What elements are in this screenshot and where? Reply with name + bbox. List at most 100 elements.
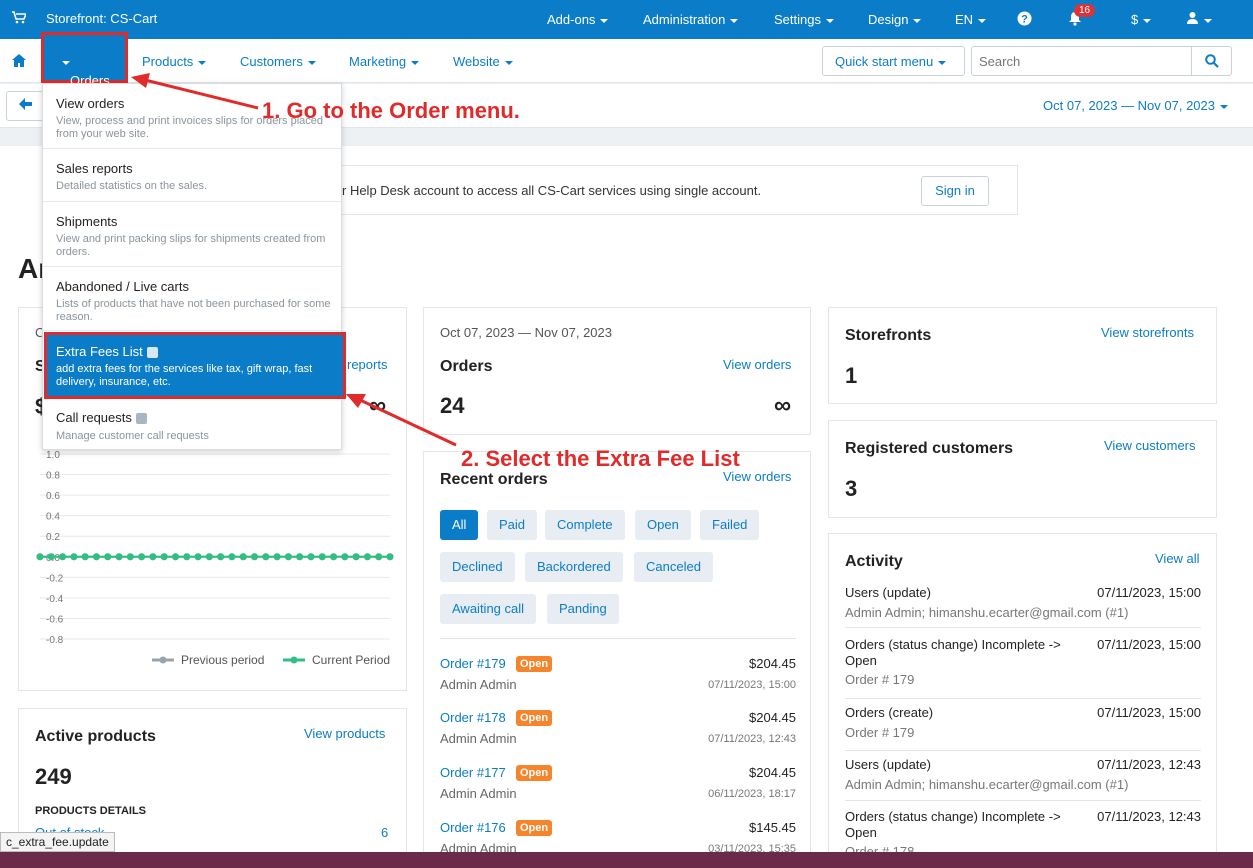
dropdown-item-title: Call requests — [56, 410, 147, 425]
currency-menu[interactable]: $ — [1131, 12, 1152, 27]
date-range-picker[interactable]: Oct 07, 2023 — Nov 07, 2023 — [1043, 98, 1228, 113]
dropdown-item-abandoned-carts[interactable]: Abandoned / Live carts Lists of products… — [43, 267, 341, 331]
series-point[interactable] — [138, 553, 146, 561]
order-row[interactable]: Order #179 Open $204.45 Admin Admin 07/1… — [440, 650, 796, 704]
out-of-stock-count[interactable]: 6 — [381, 825, 388, 840]
filter-panding[interactable]: Panding — [547, 594, 619, 624]
settings-menu[interactable]: Settings — [774, 12, 834, 27]
series-point[interactable] — [59, 553, 67, 561]
series-point[interactable] — [92, 553, 100, 561]
design-menu[interactable]: Design — [868, 12, 922, 27]
series-point[interactable] — [205, 553, 213, 561]
filter-complete[interactable]: Complete — [545, 510, 625, 540]
series-point[interactable] — [363, 553, 371, 561]
series-point[interactable] — [160, 553, 168, 561]
arrow-left-icon — [18, 98, 32, 110]
dropdown-item-call-requests[interactable]: Call requests Manage customer call reque… — [43, 397, 341, 450]
series-point[interactable] — [296, 553, 304, 561]
series-point[interactable] — [228, 553, 236, 561]
order-link[interactable]: Order #179 — [440, 656, 506, 671]
back-button[interactable] — [6, 91, 44, 121]
dropdown-item-shipments[interactable]: Shipments View and print packing slips f… — [43, 202, 341, 267]
sales-reports-link[interactable]: reports — [347, 357, 387, 372]
nav-marketing[interactable]: Marketing — [349, 54, 420, 69]
language-menu-label: EN — [955, 12, 974, 27]
series-point[interactable] — [70, 553, 78, 561]
storefront-title[interactable]: Storefront: CS-Cart — [46, 11, 157, 26]
user-menu[interactable] — [1186, 11, 1212, 27]
series-point[interactable] — [352, 553, 360, 561]
order-row[interactable]: Order #177 Open $204.45 Admin Admin 06/1… — [440, 759, 796, 813]
series-point[interactable] — [36, 553, 44, 561]
y-tick-label: -0.8 — [46, 635, 64, 646]
quick-start-menu-button[interactable]: Quick start menu — [822, 46, 965, 76]
series-point[interactable] — [194, 553, 202, 561]
series-point[interactable] — [341, 553, 349, 561]
series-point[interactable] — [284, 553, 292, 561]
sign-in-button[interactable]: Sign in — [921, 176, 989, 206]
language-menu[interactable]: EN — [955, 12, 987, 27]
filter-backordered[interactable]: Backordered — [525, 552, 623, 582]
nav-products[interactable]: Products — [142, 54, 207, 69]
legend-label[interactable]: Previous period — [181, 653, 264, 667]
chevron-down-icon — [978, 18, 987, 23]
series-point[interactable] — [330, 553, 338, 561]
series-point[interactable] — [115, 553, 123, 561]
filter-open[interactable]: Open — [635, 510, 691, 540]
view-products-link[interactable]: View products — [304, 726, 385, 741]
view-all-activity-link[interactable]: View all — [1155, 551, 1200, 566]
addons-menu[interactable]: Add-ons — [547, 12, 609, 27]
order-customer: Admin Admin — [440, 677, 517, 692]
help-icon[interactable]: ? — [1017, 11, 1032, 29]
dropdown-item-sales-reports[interactable]: Sales reports Detailed statistics on the… — [43, 149, 341, 202]
view-customers-link[interactable]: View customers — [1104, 438, 1196, 453]
activity-item: Users (update) 07/11/2023, 12:43 Admin A… — [845, 757, 1201, 802]
filter-paid[interactable]: Paid — [487, 510, 538, 540]
search-button[interactable] — [1191, 46, 1232, 76]
series-point[interactable] — [318, 553, 326, 561]
series-point[interactable] — [183, 553, 191, 561]
dropdown-item-title: Sales reports — [56, 161, 133, 176]
order-link[interactable]: Order #177 — [440, 765, 506, 780]
chevron-down-icon — [600, 18, 609, 23]
nav-customers[interactable]: Customers — [240, 54, 316, 69]
y-tick-label: -0.4 — [46, 594, 64, 605]
y-tick-label: -0.2 — [46, 573, 64, 584]
view-storefronts-link[interactable]: View storefronts — [1101, 325, 1194, 340]
home-icon[interactable] — [12, 54, 26, 70]
series-point[interactable] — [149, 553, 157, 561]
dropdown-item-extra-fees-list[interactable]: Extra Fees List add extra fees for the s… — [44, 332, 346, 399]
order-link[interactable]: Order #178 — [440, 710, 506, 725]
administration-menu[interactable]: Administration — [643, 12, 739, 27]
filter-canceled[interactable]: Canceled — [634, 552, 713, 582]
view-orders-link[interactable]: View orders — [723, 357, 791, 372]
order-link[interactable]: Order #176 — [440, 820, 506, 835]
search-input[interactable] — [971, 46, 1192, 76]
activity-item-date: 07/11/2023, 15:00 — [1097, 705, 1201, 720]
series-point[interactable] — [273, 553, 281, 561]
series-point[interactable] — [375, 553, 383, 561]
series-point[interactable] — [251, 553, 259, 561]
series-point[interactable] — [81, 553, 89, 561]
nav-orders[interactable]: Orders — [41, 32, 128, 88]
filter-failed[interactable]: Failed — [700, 510, 760, 540]
series-point[interactable] — [386, 553, 394, 561]
dropdown-item-title: Extra Fees List — [56, 344, 158, 359]
series-point[interactable] — [104, 553, 112, 561]
legend-swatch-dot — [159, 656, 167, 664]
filter-all[interactable]: All — [440, 510, 479, 540]
order-row[interactable]: Order #178 Open $204.45 Admin Admin 07/1… — [440, 704, 796, 758]
series-point[interactable] — [126, 553, 134, 561]
series-point[interactable] — [239, 553, 247, 561]
filter-declined[interactable]: Declined — [440, 552, 515, 582]
series-point[interactable] — [262, 553, 270, 561]
series-point[interactable] — [171, 553, 179, 561]
series-point[interactable] — [307, 553, 315, 561]
nav-marketing-label: Marketing — [349, 54, 407, 69]
series-point[interactable] — [47, 553, 55, 561]
nav-website[interactable]: Website — [453, 54, 513, 69]
legend-label[interactable]: Current Period — [312, 653, 390, 667]
cart-icon[interactable] — [12, 11, 28, 27]
filter-awaiting-call[interactable]: Awaiting call — [440, 594, 537, 624]
series-point[interactable] — [217, 553, 225, 561]
